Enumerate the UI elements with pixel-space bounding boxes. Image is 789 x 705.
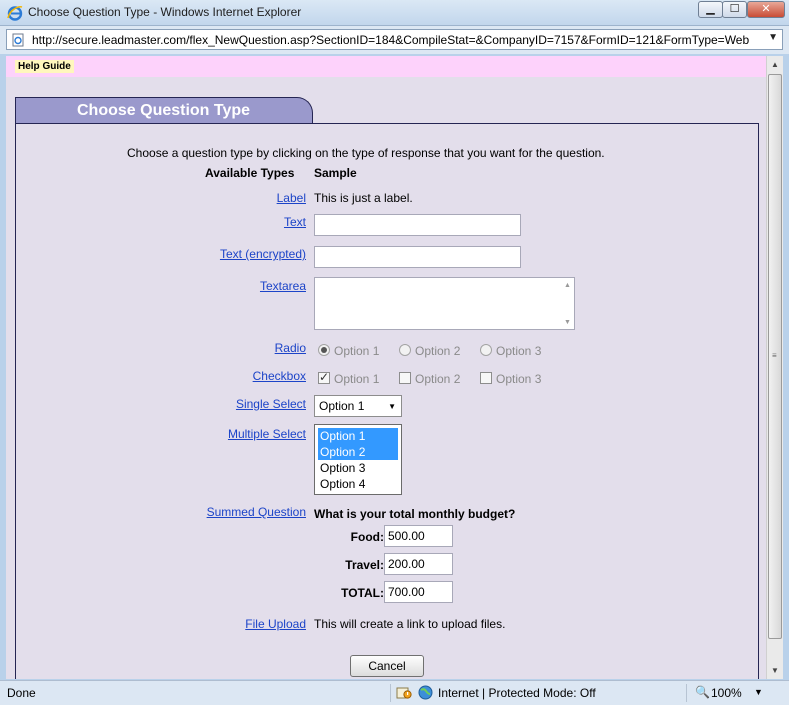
chevron-down-icon[interactable]: ▼ (754, 687, 763, 697)
checkbox-option-3[interactable] (480, 372, 492, 384)
type-link-multiple-select[interactable]: Multiple Select (228, 427, 306, 441)
textarea-sample[interactable]: ▲ ▼ (314, 277, 575, 330)
address-input[interactable]: http://secure.leadmaster.com/flex_NewQue… (6, 29, 783, 50)
checkbox-option-label: Option 1 (334, 372, 380, 386)
window-title: Choose Question Type - Windows Internet … (28, 5, 302, 19)
type-link-radio[interactable]: Radio (275, 341, 306, 355)
status-divider (686, 684, 687, 702)
single-select-dropdown[interactable]: Option 1 ▼ (314, 395, 402, 417)
checkbox-option-label: Option 2 (415, 372, 461, 386)
text-encrypted-sample-input[interactable] (314, 246, 521, 268)
chevron-down-icon: ▼ (388, 402, 396, 411)
zoom-level[interactable]: 100% (711, 686, 742, 700)
page-viewport: Help Guide Choose Question Type Choose a… (6, 56, 766, 679)
chevron-down-icon: ▼ (564, 319, 571, 326)
security-warning-icon[interactable] (396, 685, 412, 700)
type-link-file-upload[interactable]: File Upload (245, 617, 306, 631)
grip-icon: ≡ (772, 351, 777, 360)
page-title: Choose Question Type (77, 102, 251, 119)
list-item[interactable]: Option 3 (318, 460, 398, 476)
chevron-up-icon[interactable]: ▲ (771, 60, 779, 69)
summed-label-total: TOTAL: (341, 586, 384, 600)
status-bar: Done Internet | Protected Mode: Off 🔍 10… (0, 680, 789, 705)
page-icon (12, 33, 24, 47)
summed-input-travel[interactable]: 200.00 (384, 553, 453, 575)
type-link-text-encrypted[interactable]: Text (encrypted) (220, 247, 306, 261)
ie-logo-icon (7, 6, 23, 21)
radio-option-label: Option 2 (415, 344, 461, 358)
help-strip: Help Guide (6, 56, 766, 77)
list-item[interactable]: Option 1 (318, 428, 398, 444)
panel-tab: Choose Question Type (15, 97, 313, 125)
summed-question-text: What is your total monthly budget? (314, 507, 516, 521)
textarea-scrollbar[interactable]: ▲ ▼ (560, 278, 574, 329)
checkbox-option-1[interactable] (318, 370, 330, 384)
radio-option-2[interactable] (399, 344, 411, 356)
label-sample: This is just a label. (314, 191, 413, 205)
cancel-button[interactable]: Cancel (350, 655, 424, 677)
file-upload-sample: This will create a link to upload files. (314, 617, 506, 631)
multiple-select-listbox[interactable]: Option 1 Option 2 Option 3 Option 4 (314, 424, 402, 495)
type-link-label[interactable]: Label (277, 191, 306, 205)
summed-input-total[interactable]: 700.00 (384, 581, 453, 603)
list-item[interactable]: Option 2 (318, 444, 398, 460)
type-link-text[interactable]: Text (284, 215, 306, 229)
intro-text: Choose a question type by clicking on th… (127, 146, 605, 160)
page-scrollbar[interactable]: ▲ ≡ ▼ (766, 56, 783, 679)
help-guide-button[interactable]: Help Guide (15, 60, 74, 73)
scrollbar-thumb[interactable]: ≡ (768, 74, 782, 639)
chevron-down-icon[interactable]: ▼ (768, 32, 778, 43)
list-item[interactable]: Option 4 (318, 476, 398, 492)
address-url: http://secure.leadmaster.com/flex_NewQue… (32, 33, 750, 47)
summed-label-travel: Travel: (345, 558, 384, 572)
radio-option-1[interactable] (318, 344, 330, 356)
type-link-single-select[interactable]: Single Select (236, 397, 306, 411)
radio-option-label: Option 1 (334, 344, 380, 358)
radio-option-3[interactable] (480, 344, 492, 356)
text-sample-input[interactable] (314, 214, 521, 236)
close-button[interactable]: ✕ (747, 1, 785, 18)
type-link-summed-question[interactable]: Summed Question (207, 505, 306, 519)
security-zone-text: Internet | Protected Mode: Off (438, 686, 596, 700)
maximize-button[interactable]: ☐ (722, 1, 747, 18)
checkbox-option-label: Option 3 (496, 372, 542, 386)
summed-label-food: Food: (350, 530, 384, 544)
type-link-checkbox[interactable]: Checkbox (253, 369, 306, 383)
window-titlebar: Choose Question Type - Windows Internet … (0, 0, 789, 26)
radio-option-label: Option 3 (496, 344, 542, 358)
summed-input-food[interactable]: 500.00 (384, 525, 453, 547)
address-bar: http://secure.leadmaster.com/flex_NewQue… (0, 26, 789, 54)
chevron-down-icon[interactable]: ▼ (771, 666, 779, 675)
chevron-up-icon: ▲ (564, 282, 571, 289)
status-divider (390, 684, 391, 702)
status-text: Done (7, 686, 36, 700)
header-sample: Sample (314, 166, 357, 180)
type-link-textarea[interactable]: Textarea (260, 279, 306, 293)
zoom-icon[interactable]: 🔍 (695, 685, 710, 699)
minimize-button[interactable]: ▁ (698, 1, 723, 18)
single-select-value: Option 1 (319, 399, 365, 413)
checkbox-option-2[interactable] (399, 372, 411, 384)
globe-icon (418, 685, 433, 700)
header-available-types: Available Types (205, 166, 295, 180)
